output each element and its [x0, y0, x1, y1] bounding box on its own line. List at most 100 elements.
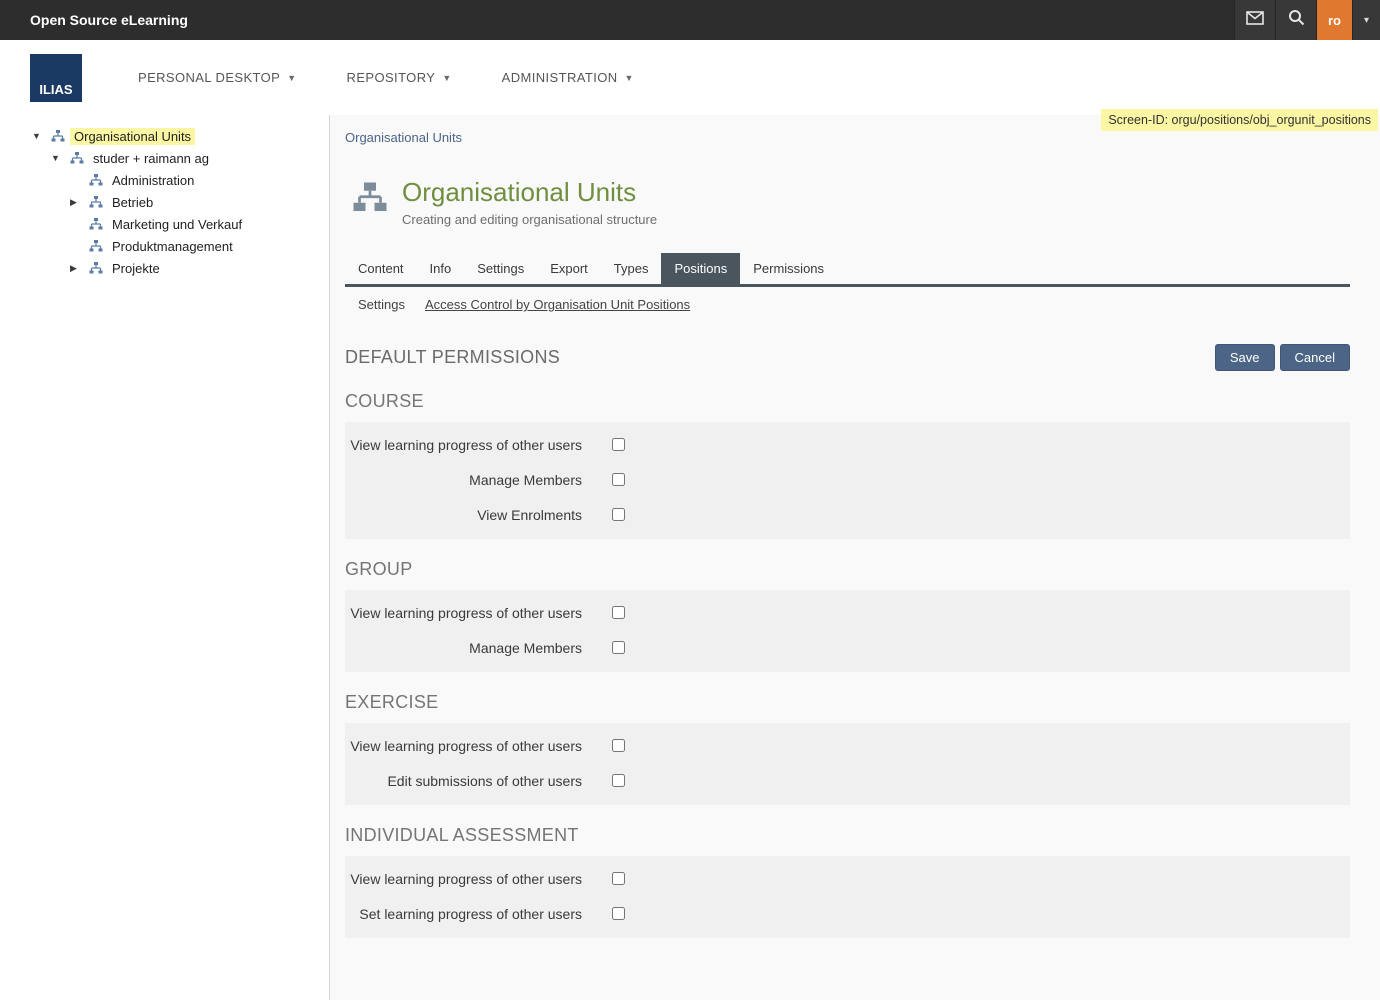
tab-bar: Content Info Settings Export Types Posit… [345, 253, 1350, 287]
form-row: View learning progress of other users [345, 862, 1350, 897]
main-nav: PERSONAL DESKTOP ▼ REPOSITORY ▼ ADMINIST… [138, 70, 634, 85]
section-title-group: GROUP [345, 559, 1350, 580]
checkbox-course-manage-members[interactable] [612, 473, 625, 486]
checkbox-iass-set-learning-progress[interactable] [612, 907, 625, 920]
orgunit-icon [70, 152, 84, 164]
tab-info[interactable]: Info [417, 253, 465, 284]
chevron-down-icon: ▼ [442, 73, 451, 83]
repository-tree: ▼ Organisational Units ▼ studer + raiman… [0, 115, 330, 1000]
form-row: View learning progress of other users [345, 729, 1350, 764]
checkbox-group-view-learning-progress[interactable] [612, 606, 625, 619]
orgunit-icon [89, 218, 103, 230]
tab-types[interactable]: Types [601, 253, 662, 284]
section-panel-individual-assessment: View learning progress of other users Se… [345, 856, 1350, 938]
user-initials: ro [1328, 13, 1341, 28]
search-button[interactable] [1275, 0, 1316, 40]
nav-personal-desktop[interactable]: PERSONAL DESKTOP ▼ [138, 70, 297, 85]
orgunit-icon [51, 130, 65, 142]
permission-label: View learning progress of other users [345, 603, 582, 624]
tree-item-marketing-und-verkauf[interactable]: Marketing und Verkauf [0, 213, 329, 235]
permission-label: View learning progress of other users [345, 869, 582, 890]
breadcrumb-link-organisational-units[interactable]: Organisational Units [345, 130, 462, 145]
subtab-settings[interactable]: Settings [358, 297, 405, 312]
orgunit-icon-large [352, 181, 388, 219]
tab-positions[interactable]: Positions [661, 253, 740, 284]
page-title: Organisational Units [402, 177, 657, 207]
form-title: DEFAULT PERMISSIONS [345, 347, 560, 368]
caret-collapsed-icon[interactable]: ▶ [70, 263, 89, 274]
subtab-access-control[interactable]: Access Control by Organisation Unit Posi… [425, 297, 690, 312]
chevron-down-icon: ▼ [625, 73, 634, 83]
nav-administration[interactable]: ADMINISTRATION ▼ [502, 70, 634, 85]
user-menu-button[interactable]: ▾ [1352, 0, 1380, 40]
save-button[interactable]: Save [1215, 344, 1275, 371]
chevron-down-icon: ▼ [287, 73, 296, 83]
form-row: View Enrolments [345, 498, 1350, 533]
form-row: Set learning progress of other users [345, 897, 1350, 932]
form-row: View learning progress of other users [345, 596, 1350, 631]
main-content: Screen-ID: orgu/positions/obj_orgunit_po… [330, 115, 1380, 1000]
screen-id-badge: Screen-ID: orgu/positions/obj_orgunit_po… [1101, 109, 1378, 131]
nav-label: PERSONAL DESKTOP [138, 70, 280, 85]
caret-expanded-icon[interactable]: ▼ [32, 131, 51, 141]
tree-label: Projekte [108, 260, 164, 277]
orgunit-icon [89, 196, 103, 208]
tab-export[interactable]: Export [537, 253, 601, 284]
checkbox-course-view-learning-progress[interactable] [612, 438, 625, 451]
nav-label: ADMINISTRATION [502, 70, 618, 85]
permission-label: View learning progress of other users [345, 736, 582, 757]
tree-label: Organisational Units [70, 128, 195, 145]
mail-button[interactable] [1234, 0, 1275, 40]
tree-item-studer-raimann[interactable]: ▼ studer + raimann ag [0, 147, 329, 169]
cancel-button[interactable]: Cancel [1280, 344, 1350, 371]
permission-label: View Enrolments [345, 505, 582, 526]
tab-settings[interactable]: Settings [464, 253, 537, 284]
section-title-individual-assessment: INDIVIDUAL ASSESSMENT [345, 825, 1350, 846]
permission-label: Manage Members [345, 470, 582, 491]
checkbox-group-manage-members[interactable] [612, 641, 625, 654]
top-bar: Open Source eLearning ro ▾ [0, 0, 1380, 40]
main-header: ILIAS PERSONAL DESKTOP ▼ REPOSITORY ▼ AD… [0, 40, 1380, 115]
permission-label: View learning progress of other users [345, 435, 582, 456]
section-panel-course: View learning progress of other users Ma… [345, 422, 1350, 539]
subtab-bar: Settings Access Control by Organisation … [345, 287, 1350, 322]
page-subtitle: Creating and editing organisational stru… [402, 212, 657, 227]
tree-item-produktmanagement[interactable]: Produktmanagement [0, 235, 329, 257]
tree-label: Administration [108, 172, 198, 189]
permission-label: Edit submissions of other users [345, 771, 582, 792]
tree-label: Marketing und Verkauf [108, 216, 246, 233]
chevron-down-icon: ▾ [1364, 15, 1369, 26]
tab-permissions[interactable]: Permissions [740, 253, 837, 284]
section-title-exercise: EXERCISE [345, 692, 1350, 713]
tree-item-betrieb[interactable]: ▶ Betrieb [0, 191, 329, 213]
orgunit-icon [89, 240, 103, 252]
tree-label: studer + raimann ag [89, 150, 213, 167]
caret-expanded-icon[interactable]: ▼ [51, 153, 70, 163]
form-row: View learning progress of other users [345, 428, 1350, 463]
section-panel-exercise: View learning progress of other users Ed… [345, 723, 1350, 805]
checkbox-iass-view-learning-progress[interactable] [612, 872, 625, 885]
ilias-logo[interactable]: ILIAS [30, 54, 82, 102]
checkbox-exercise-edit-submissions[interactable] [612, 774, 625, 787]
checkbox-exercise-view-learning-progress[interactable] [612, 739, 625, 752]
tree-item-administration[interactable]: Administration [0, 169, 329, 191]
orgunit-icon [89, 262, 103, 274]
logo-text: ILIAS [39, 82, 72, 97]
tree-item-organisational-units[interactable]: ▼ Organisational Units [0, 125, 329, 147]
tree-label: Betrieb [108, 194, 157, 211]
checkbox-course-view-enrolments[interactable] [612, 508, 625, 521]
caret-collapsed-icon[interactable]: ▶ [70, 197, 89, 208]
permission-label: Manage Members [345, 638, 582, 659]
nav-label: REPOSITORY [347, 70, 436, 85]
permission-label: Set learning progress of other users [345, 904, 582, 925]
user-avatar[interactable]: ro [1316, 0, 1352, 40]
form-row: Edit submissions of other users [345, 764, 1350, 799]
orgunit-icon [89, 174, 103, 186]
app-title: Open Source eLearning [30, 12, 1234, 28]
tab-content[interactable]: Content [345, 253, 417, 284]
section-title-course: COURSE [345, 391, 1350, 412]
tree-item-projekte[interactable]: ▶ Projekte [0, 257, 329, 279]
nav-repository[interactable]: REPOSITORY ▼ [347, 70, 452, 85]
section-panel-group: View learning progress of other users Ma… [345, 590, 1350, 672]
mail-icon [1246, 11, 1264, 30]
